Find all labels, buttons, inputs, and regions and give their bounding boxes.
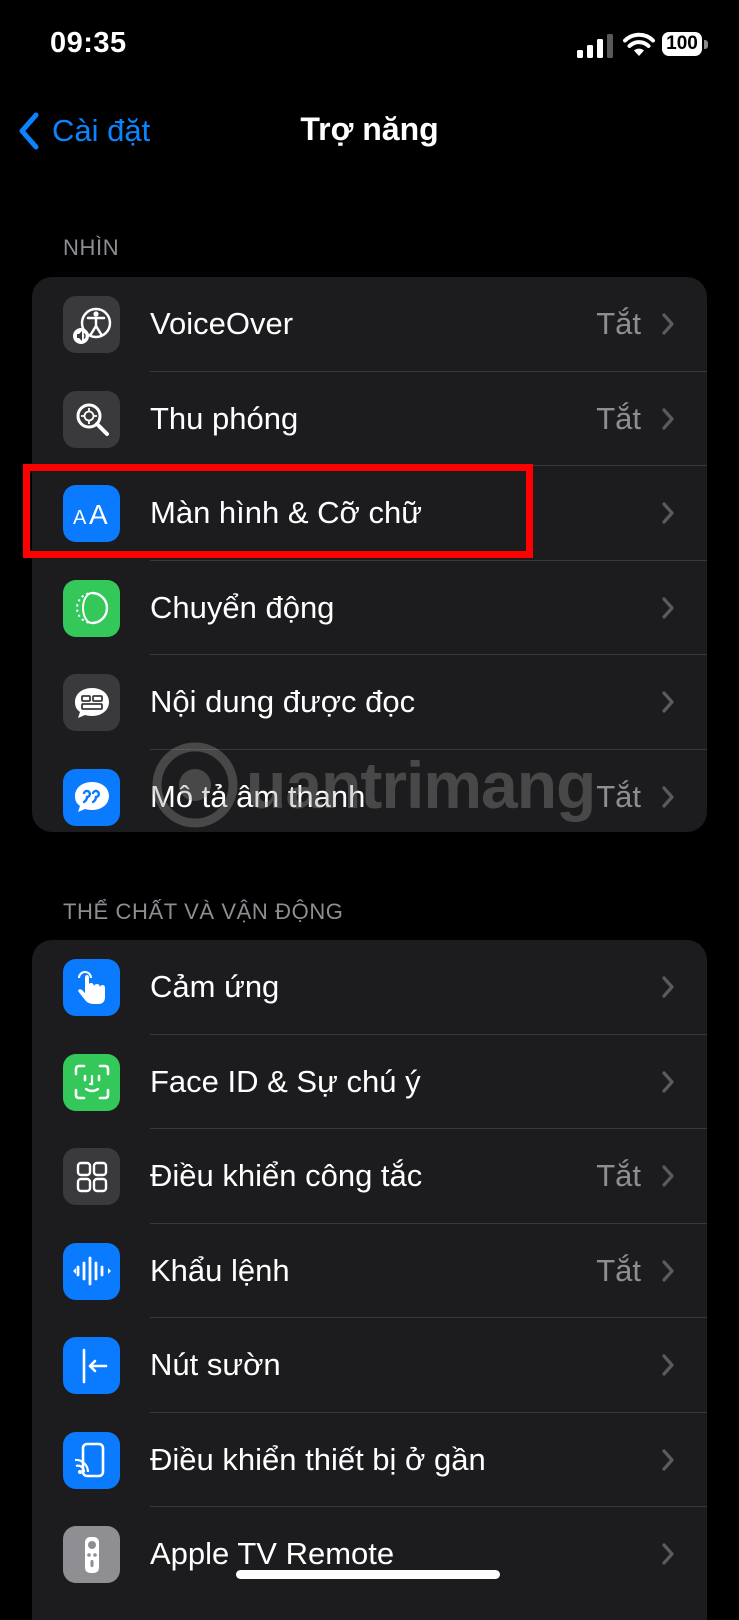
home-indicator[interactable] bbox=[236, 1570, 500, 1579]
spoken-content-label: Nội dung được đọc bbox=[150, 684, 416, 719]
face-id-label: Face ID & Sự chú ý bbox=[150, 1063, 421, 1099]
battery-level: 100 bbox=[662, 32, 702, 56]
section-header-physical-motor: THỂ CHẤT VÀ VẬN ĐỘNG bbox=[63, 899, 344, 924]
audio-descriptions-value: Tắt bbox=[596, 778, 641, 814]
chevron-right-icon bbox=[662, 785, 674, 808]
chevron-right-icon bbox=[662, 976, 674, 998]
nearby-devices-label: Điều khiển thiết bị ở gần bbox=[150, 1441, 486, 1477]
section-header-vision: NHÌN bbox=[63, 235, 120, 260]
chevron-right-icon bbox=[662, 1070, 674, 1093]
settings-row-voiceover[interactable]: VoiceOver Tắt bbox=[32, 277, 707, 372]
touch-icon bbox=[63, 959, 120, 1016]
battery-icon: 100 bbox=[662, 32, 710, 58]
chevron-right-icon bbox=[662, 1165, 674, 1187]
chevron-right-icon bbox=[662, 407, 674, 430]
switch-control-icon bbox=[63, 1148, 120, 1205]
status-time: 09:35 bbox=[50, 27, 127, 59]
zoom-icon bbox=[63, 390, 120, 448]
settings-row-spoken-content[interactable]: Nội dung được đọc bbox=[32, 655, 707, 750]
face-id-icon bbox=[63, 1053, 120, 1111]
svg-text:A: A bbox=[89, 499, 108, 530]
spoken-content-icon bbox=[63, 674, 120, 731]
settings-group-vision: VoiceOver Tắt Thu phóng Tắt A A Màn hình… bbox=[32, 277, 707, 832]
chevron-right-icon bbox=[662, 596, 674, 619]
settings-row-face-id[interactable]: Face ID & Sự chú ý bbox=[32, 1035, 707, 1129]
navigation-bar: Cài đặt Trợ năng bbox=[0, 95, 739, 165]
zoom-value: Tắt bbox=[596, 400, 641, 436]
settings-row-motion[interactable]: Chuyển động bbox=[32, 561, 707, 655]
settings-row-switch-control[interactable]: Điều khiển công tắc Tắt bbox=[32, 1129, 707, 1224]
back-button[interactable]: Cài đặt bbox=[18, 109, 150, 153]
chevron-right-icon bbox=[662, 1354, 674, 1376]
settings-row-side-button[interactable]: Nút sườn bbox=[32, 1318, 707, 1413]
voiceover-icon bbox=[63, 296, 120, 353]
voiceover-value: Tắt bbox=[596, 306, 641, 341]
switch-control-label: Điều khiển công tắc bbox=[150, 1158, 423, 1193]
display-text-size-label: Màn hình & Cỡ chữ bbox=[150, 495, 422, 530]
zoom-label: Thu phóng bbox=[150, 400, 299, 436]
apple-tv-remote-label: Apple TV Remote bbox=[150, 1536, 395, 1571]
chevron-right-icon bbox=[662, 313, 674, 335]
chevron-right-icon bbox=[662, 1259, 674, 1282]
touch-label: Cảm ứng bbox=[150, 969, 280, 1004]
settings-row-audio-descriptions[interactable]: Mô tả âm thanh Tắt bbox=[32, 750, 707, 833]
switch-control-value: Tắt bbox=[596, 1158, 641, 1193]
status-bar: 09:35 100 bbox=[0, 0, 739, 90]
voiceover-label: VoiceOver bbox=[150, 306, 294, 341]
audio-description-icon bbox=[63, 768, 120, 826]
wifi-icon bbox=[623, 32, 655, 56]
chevron-right-icon bbox=[662, 502, 674, 524]
motion-label: Chuyển động bbox=[150, 589, 335, 625]
settings-group-physical-motor: Cảm ứng Face ID & Sự chú ý Điều khiển cô… bbox=[32, 940, 707, 1620]
tv-remote-icon bbox=[63, 1526, 120, 1583]
settings-row-voice-control[interactable]: Khẩu lệnh Tắt bbox=[32, 1224, 707, 1318]
svg-text:A: A bbox=[73, 507, 87, 529]
back-button-label: Cài đặt bbox=[52, 113, 151, 148]
settings-row-zoom[interactable]: Thu phóng Tắt bbox=[32, 372, 707, 466]
chevron-right-icon bbox=[662, 1543, 674, 1565]
audio-descriptions-label: Mô tả âm thanh bbox=[150, 778, 366, 814]
chevron-left-icon bbox=[19, 112, 39, 150]
side-button-label: Nút sườn bbox=[150, 1347, 281, 1382]
nearby-device-icon bbox=[63, 1431, 120, 1489]
settings-row-apple-tv-remote[interactable]: Apple TV Remote bbox=[32, 1507, 707, 1602]
chevron-right-icon bbox=[662, 691, 674, 713]
settings-row-nearby-devices[interactable]: Điều khiển thiết bị ở gần bbox=[32, 1413, 707, 1507]
motion-icon bbox=[63, 579, 120, 637]
voice-control-label: Khẩu lệnh bbox=[150, 1252, 290, 1288]
settings-row-display-text-size[interactable]: A A Màn hình & Cỡ chữ bbox=[32, 466, 707, 561]
voice-control-icon bbox=[63, 1242, 120, 1300]
side-button-icon bbox=[63, 1337, 120, 1394]
cellular-signal-icon bbox=[577, 34, 613, 58]
settings-row-touch[interactable]: Cảm ứng bbox=[32, 940, 707, 1035]
text-size-icon: A A bbox=[63, 485, 120, 542]
voice-control-value: Tắt bbox=[596, 1252, 641, 1288]
chevron-right-icon bbox=[662, 1448, 674, 1471]
